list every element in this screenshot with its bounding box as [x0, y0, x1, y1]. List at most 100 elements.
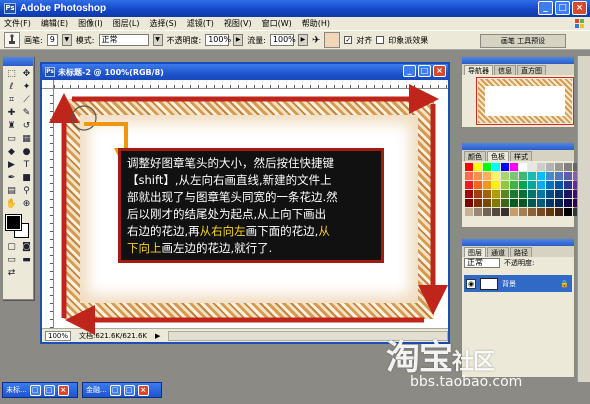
color-swatch[interactable] [483, 199, 491, 207]
dodge-tool-icon[interactable]: ● [19, 145, 34, 158]
close-button[interactable]: × [572, 1, 587, 15]
close-icon[interactable]: × [137, 384, 149, 396]
color-swatch[interactable] [474, 163, 482, 171]
notes-tool-icon[interactable]: ▤ [4, 184, 19, 197]
menu-image[interactable]: 图像(I) [78, 18, 103, 29]
color-swatch[interactable] [510, 163, 518, 171]
color-swatch[interactable] [483, 172, 491, 180]
pattern-icon[interactable] [324, 32, 341, 48]
menu-view[interactable]: 视图(V) [224, 18, 252, 29]
color-swatch[interactable] [564, 163, 572, 171]
slice-tool-icon[interactable]: ⟋ [19, 93, 34, 106]
menu-window[interactable]: 窗口(W) [262, 18, 292, 29]
pen-tool-icon[interactable]: ✒ [4, 171, 19, 184]
tab-color[interactable]: 颜色 [464, 151, 486, 161]
vertical-ruler[interactable] [42, 89, 54, 328]
clone-stamp-tool-icon[interactable]: ♜ [4, 119, 19, 132]
impressionist-checkbox[interactable] [376, 36, 385, 44]
menu-layer[interactable]: 图层(L) [113, 18, 140, 29]
color-swatch[interactable] [537, 163, 545, 171]
color-swatch[interactable] [555, 199, 563, 207]
color-swatch[interactable] [474, 172, 482, 180]
tab-layers[interactable]: 图层 [464, 247, 486, 257]
color-swatch[interactable] [501, 163, 509, 171]
color-swatch[interactable] [555, 181, 563, 189]
color-swatch[interactable] [564, 190, 572, 198]
tab-histogram[interactable]: 直方图 [517, 65, 546, 75]
shape-tool-icon[interactable]: ■ [19, 171, 34, 184]
doc-maximize-button[interactable]: □ [418, 65, 431, 77]
color-swatch[interactable] [510, 172, 518, 180]
color-swatch[interactable] [546, 163, 554, 171]
color-swatch[interactable] [492, 190, 500, 198]
color-swatch[interactable] [501, 172, 509, 180]
type-tool-icon[interactable]: T [19, 158, 34, 171]
color-swatch[interactable] [501, 181, 509, 189]
color-swatch[interactable] [465, 172, 473, 180]
menu-select[interactable]: 选择(S) [149, 18, 176, 29]
color-swatch[interactable] [483, 181, 491, 189]
maximize-button[interactable]: □ [555, 1, 570, 15]
tab-info[interactable]: 信息 [494, 65, 516, 75]
swatches-panel-header[interactable] [462, 143, 574, 150]
color-swatch[interactable] [528, 163, 536, 171]
color-swatch[interactable] [510, 181, 518, 189]
color-swatch[interactable] [483, 190, 491, 198]
color-swatch[interactable] [546, 199, 554, 207]
move-tool-icon[interactable]: ✥ [19, 67, 34, 80]
color-swatch[interactable] [528, 181, 536, 189]
quick-mask-icon[interactable]: ◙ [19, 240, 34, 253]
document-title-bar[interactable]: Ps 未标题-2 @ 100%(RGB/8) _ □ × [42, 64, 448, 80]
color-swatch[interactable] [519, 208, 527, 216]
aligned-checkbox[interactable]: ✓ [344, 36, 353, 44]
color-swatch[interactable] [546, 208, 554, 216]
gradient-tool-icon[interactable]: ▦ [19, 132, 34, 145]
foreground-color-swatch[interactable] [5, 214, 22, 231]
toolbox-header[interactable] [3, 57, 33, 66]
color-swatch[interactable] [465, 181, 473, 189]
color-swatch[interactable] [564, 172, 572, 180]
color-swatch[interactable] [519, 199, 527, 207]
color-swatch[interactable] [564, 199, 572, 207]
screen-mode-standard-icon[interactable]: ▭ [4, 253, 19, 266]
color-swatch[interactable] [555, 190, 563, 198]
mode-dropdown-icon[interactable]: ▼ [152, 34, 163, 46]
tab-swatches[interactable]: 色板 [487, 151, 509, 161]
zoom-tool-icon[interactable]: ⊕ [19, 197, 34, 210]
color-swatch[interactable] [510, 190, 518, 198]
opacity-field[interactable]: 100% [205, 34, 231, 46]
path-selection-tool-icon[interactable]: ▶ [4, 158, 19, 171]
minimized-window-2[interactable]: 金融... □ □ × [82, 382, 162, 398]
blur-tool-icon[interactable]: ◆ [4, 145, 19, 158]
right-dock-scrollbar[interactable] [577, 56, 590, 382]
color-swatch[interactable] [510, 208, 518, 216]
color-swatch[interactable] [492, 199, 500, 207]
tab-styles[interactable]: 样式 [510, 151, 532, 161]
color-swatch[interactable] [492, 163, 500, 171]
flow-field[interactable]: 100% [269, 34, 296, 46]
navigator-thumbnail[interactable] [476, 77, 574, 125]
ruler-origin[interactable] [42, 80, 54, 89]
zoom-level[interactable]: 100% [45, 330, 72, 341]
menu-file[interactable]: 文件(F) [4, 18, 31, 29]
color-swatch[interactable] [546, 172, 554, 180]
layers-panel-header[interactable] [462, 239, 574, 246]
menu-edit[interactable]: 编辑(E) [41, 18, 68, 29]
color-swatch[interactable] [555, 208, 563, 216]
color-swatch[interactable] [483, 208, 491, 216]
color-swatch[interactable] [519, 190, 527, 198]
color-swatch[interactable] [519, 181, 527, 189]
color-swatch[interactable] [501, 199, 509, 207]
color-swatch[interactable] [519, 172, 527, 180]
doc-minimize-button[interactable]: _ [403, 65, 416, 77]
color-swatch[interactable] [537, 181, 545, 189]
color-swatch[interactable] [519, 163, 527, 171]
color-swatch[interactable] [528, 172, 536, 180]
jump-to-imageready-icon[interactable]: ⇄ [4, 266, 19, 279]
status-arrow-icon[interactable]: ▶ [155, 332, 160, 340]
color-swatch[interactable] [474, 199, 482, 207]
layer-row-background[interactable]: ◉ 背景 🔒 [464, 275, 572, 292]
color-swatch[interactable] [537, 199, 545, 207]
brushes-palette-tab[interactable]: 画笔 工具预设 [480, 34, 566, 48]
color-swatch[interactable] [492, 181, 500, 189]
